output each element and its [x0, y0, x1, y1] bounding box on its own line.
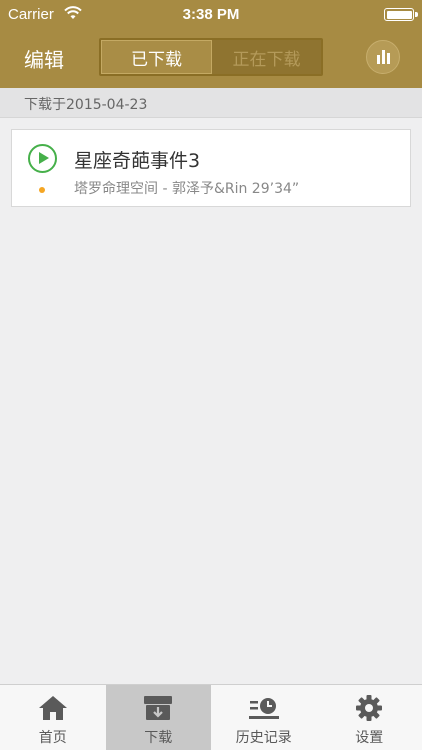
play-icon[interactable] — [28, 144, 57, 173]
download-list-item[interactable]: 星座奇葩事件3 塔罗命理空间 - 郭泽予&Rin 29’34” — [11, 129, 411, 207]
clock: 3:38 PM — [182, 6, 240, 23]
download-segment-control: 已下载 正在下载 — [99, 38, 323, 76]
gear-icon — [353, 693, 385, 723]
navigation-bar: Carrier 3:38 PM 编辑 已下载 正在下载 — [0, 0, 422, 88]
bar-chart-icon[interactable] — [366, 40, 400, 74]
tab-label: 设置 — [355, 730, 384, 746]
battery-tip — [415, 12, 418, 17]
home-icon — [37, 693, 69, 723]
tab-label: 历史记录 — [235, 730, 292, 746]
tab-home[interactable]: 首页 — [0, 685, 106, 750]
tab-label: 首页 — [38, 730, 67, 746]
history-icon — [248, 693, 280, 723]
episode-title: 星座奇葩事件3 — [74, 150, 201, 172]
tab-settings[interactable]: 设置 — [317, 685, 422, 750]
section-header-date: 下载于2015-04-23 — [0, 88, 422, 118]
download-box-icon — [142, 693, 174, 723]
tab-download[interactable]: 下载 — [105, 685, 211, 750]
tab-history[interactable]: 历史记录 — [211, 685, 317, 750]
status-bar: Carrier 3:38 PM — [0, 0, 422, 30]
tab-downloaded[interactable]: 已下载 — [101, 40, 212, 74]
battery-icon — [384, 8, 414, 21]
tab-downloading[interactable]: 正在下载 — [212, 40, 321, 74]
new-status-dot — [39, 187, 45, 193]
edit-button[interactable]: 编辑 — [24, 44, 64, 73]
tab-bar: 首页 下载 历史记录 设置 — [0, 684, 422, 750]
episode-subtitle: 塔罗命理空间 - 郭泽予&Rin 29’34” — [74, 181, 300, 197]
tab-label: 下载 — [144, 730, 173, 746]
